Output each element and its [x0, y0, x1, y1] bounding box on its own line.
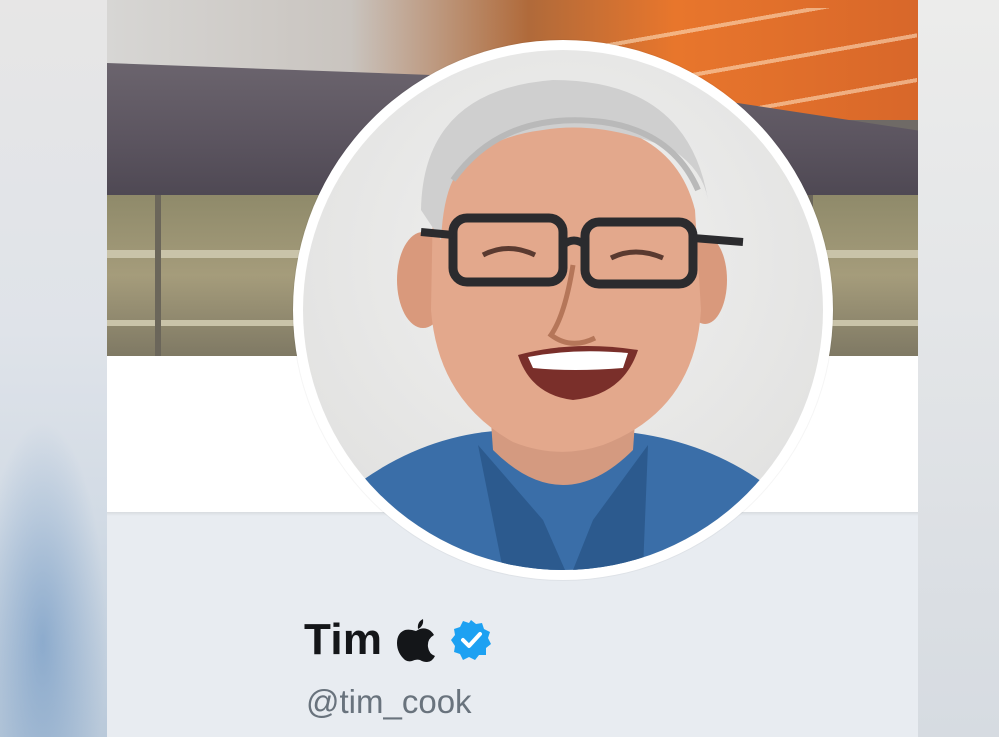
verified-badge-icon	[450, 619, 492, 661]
avatar-portrait	[303, 80, 823, 570]
avatar[interactable]	[293, 40, 833, 580]
username-handle[interactable]: @tim_cook	[306, 682, 472, 722]
blurred-right-edge	[918, 0, 999, 737]
blurred-left-edge	[0, 0, 107, 737]
profile-card: Tim @tim_cook	[107, 0, 918, 737]
apple-logo-icon	[396, 617, 436, 663]
banner-mullion	[155, 195, 161, 356]
name-row: Tim	[304, 612, 492, 668]
avatar-photo	[303, 50, 823, 570]
display-name[interactable]: Tim	[304, 614, 382, 666]
